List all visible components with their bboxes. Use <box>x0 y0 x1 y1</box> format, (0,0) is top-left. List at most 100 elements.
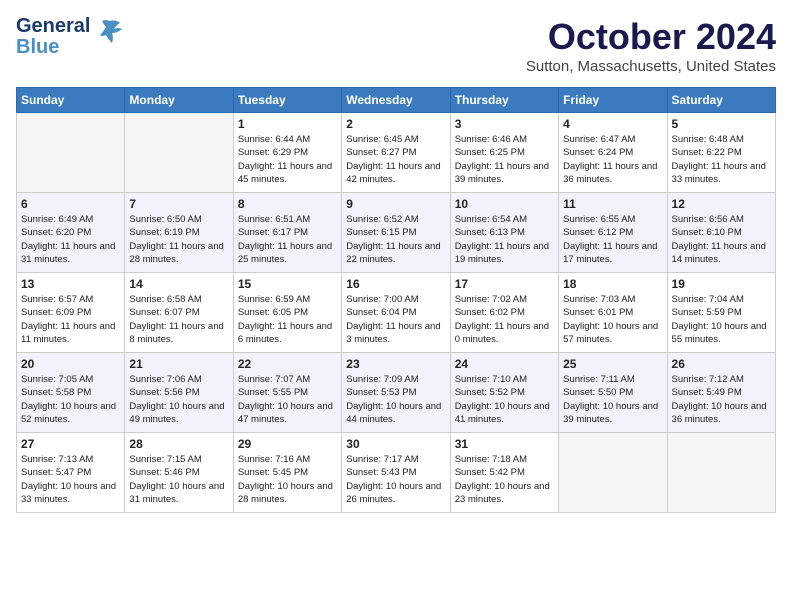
calendar-cell <box>125 113 233 193</box>
day-number: 19 <box>672 277 771 291</box>
day-number: 12 <box>672 197 771 211</box>
day-info: Sunrise: 6:50 AM Sunset: 6:19 PM Dayligh… <box>129 213 228 266</box>
calendar-cell: 14 Sunrise: 6:58 AM Sunset: 6:07 PM Dayli… <box>125 273 233 353</box>
day-number: 20 <box>21 357 120 371</box>
calendar-cell: 11 Sunrise: 6:55 AM Sunset: 6:12 PM Dayli… <box>559 193 667 273</box>
day-info: Sunrise: 7:06 AM Sunset: 5:56 PM Dayligh… <box>129 373 228 426</box>
header: General Blue October 2024 Sutton, Massac… <box>16 16 776 75</box>
day-info: Sunrise: 6:58 AM Sunset: 6:07 PM Dayligh… <box>129 293 228 346</box>
day-number: 11 <box>563 197 662 211</box>
calendar-cell: 27 Sunrise: 7:13 AM Sunset: 5:47 PM Dayli… <box>17 433 125 513</box>
day-number: 16 <box>346 277 445 291</box>
day-number: 5 <box>672 117 771 131</box>
calendar-cell: 4 Sunrise: 6:47 AM Sunset: 6:24 PM Daylig… <box>559 113 667 193</box>
day-info: Sunrise: 6:47 AM Sunset: 6:24 PM Dayligh… <box>563 133 662 186</box>
weekday-header-row: SundayMondayTuesdayWednesdayThursdayFrid… <box>17 88 776 113</box>
day-info: Sunrise: 7:17 AM Sunset: 5:43 PM Dayligh… <box>346 453 445 506</box>
calendar-cell: 12 Sunrise: 6:56 AM Sunset: 6:10 PM Dayli… <box>667 193 775 273</box>
day-number: 23 <box>346 357 445 371</box>
calendar-cell <box>559 433 667 513</box>
title-block: October 2024 Sutton, Massachusetts, Unit… <box>526 16 776 75</box>
calendar-cell: 10Sunrise: 6:54 AM Sunset: 6:13 PM Dayli… <box>450 193 558 273</box>
calendar-cell: 9 Sunrise: 6:52 AM Sunset: 6:15 PM Daylig… <box>342 193 450 273</box>
calendar-cell: 30 Sunrise: 7:17 AM Sunset: 5:43 PM Dayli… <box>342 433 450 513</box>
day-number: 17 <box>455 277 554 291</box>
calendar-cell: 2 Sunrise: 6:45 AM Sunset: 6:27 PM Daylig… <box>342 113 450 193</box>
calendar-cell: 28Sunrise: 7:15 AM Sunset: 5:46 PM Dayli… <box>125 433 233 513</box>
day-info: Sunrise: 7:15 AM Sunset: 5:46 PM Dayligh… <box>129 453 228 506</box>
weekday-header-tuesday: Tuesday <box>233 88 341 113</box>
day-info: Sunrise: 6:46 AM Sunset: 6:25 PM Dayligh… <box>455 133 554 186</box>
calendar-week-1: 6 Sunrise: 6:49 AM Sunset: 6:20 PM Daylig… <box>17 193 776 273</box>
calendar-cell <box>667 433 775 513</box>
weekday-header-saturday: Saturday <box>667 88 775 113</box>
day-number: 4 <box>563 117 662 131</box>
day-info: Sunrise: 6:49 AM Sunset: 6:20 PM Dayligh… <box>21 213 120 266</box>
day-info: Sunrise: 7:05 AM Sunset: 5:58 PM Dayligh… <box>21 373 120 426</box>
day-number: 24 <box>455 357 554 371</box>
day-info: Sunrise: 6:45 AM Sunset: 6:27 PM Dayligh… <box>346 133 445 186</box>
calendar-cell: 3Sunrise: 6:46 AM Sunset: 6:25 PM Daylig… <box>450 113 558 193</box>
location: Sutton, Massachusetts, United States <box>526 58 776 75</box>
calendar-cell: 18 Sunrise: 7:03 AM Sunset: 6:01 PM Dayli… <box>559 273 667 353</box>
calendar-cell: 13 Sunrise: 6:57 AM Sunset: 6:09 PM Dayli… <box>17 273 125 353</box>
calendar-week-2: 13 Sunrise: 6:57 AM Sunset: 6:09 PM Dayli… <box>17 273 776 353</box>
day-number: 6 <box>21 197 120 211</box>
day-info: Sunrise: 7:07 AM Sunset: 5:55 PM Dayligh… <box>238 373 337 426</box>
day-number: 18 <box>563 277 662 291</box>
calendar-cell: 24 Sunrise: 7:10 AM Sunset: 5:52 PM Dayli… <box>450 353 558 433</box>
day-info: Sunrise: 6:59 AM Sunset: 6:05 PM Dayligh… <box>238 293 337 346</box>
day-info: Sunrise: 7:00 AM Sunset: 6:04 PM Dayligh… <box>346 293 445 346</box>
logo-general: General <box>16 16 90 37</box>
weekday-header-friday: Friday <box>559 88 667 113</box>
calendar-cell: 20 Sunrise: 7:05 AM Sunset: 5:58 PM Dayli… <box>17 353 125 433</box>
day-info: Sunrise: 6:55 AM Sunset: 6:12 PM Dayligh… <box>563 213 662 266</box>
day-number: 30 <box>346 437 445 451</box>
day-info: Sunrise: 7:11 AM Sunset: 5:50 PM Dayligh… <box>563 373 662 426</box>
calendar-week-3: 20 Sunrise: 7:05 AM Sunset: 5:58 PM Dayli… <box>17 353 776 433</box>
calendar-cell: 23Sunrise: 7:09 AM Sunset: 5:53 PM Dayli… <box>342 353 450 433</box>
calendar-week-4: 27 Sunrise: 7:13 AM Sunset: 5:47 PM Dayli… <box>17 433 776 513</box>
day-number: 1 <box>238 117 337 131</box>
day-number: 10 <box>455 197 554 211</box>
calendar-cell: 17 Sunrise: 7:02 AM Sunset: 6:02 PM Dayli… <box>450 273 558 353</box>
day-info: Sunrise: 7:16 AM Sunset: 5:45 PM Dayligh… <box>238 453 337 506</box>
day-info: Sunrise: 7:03 AM Sunset: 6:01 PM Dayligh… <box>563 293 662 346</box>
day-info: Sunrise: 6:51 AM Sunset: 6:17 PM Dayligh… <box>238 213 337 266</box>
day-info: Sunrise: 7:18 AM Sunset: 5:42 PM Dayligh… <box>455 453 554 506</box>
day-info: Sunrise: 7:12 AM Sunset: 5:49 PM Dayligh… <box>672 373 771 426</box>
calendar-cell: 1 Sunrise: 6:44 AM Sunset: 6:29 PM Daylig… <box>233 113 341 193</box>
day-number: 8 <box>238 197 337 211</box>
calendar-cell: 21 Sunrise: 7:06 AM Sunset: 5:56 PM Dayli… <box>125 353 233 433</box>
day-number: 2 <box>346 117 445 131</box>
day-number: 27 <box>21 437 120 451</box>
day-number: 9 <box>346 197 445 211</box>
logo-blue: Blue <box>16 37 90 58</box>
calendar-cell: 16 Sunrise: 7:00 AM Sunset: 6:04 PM Dayli… <box>342 273 450 353</box>
weekday-header-wednesday: Wednesday <box>342 88 450 113</box>
day-number: 13 <box>21 277 120 291</box>
calendar-cell: 19Sunrise: 7:04 AM Sunset: 5:59 PM Dayli… <box>667 273 775 353</box>
day-number: 29 <box>238 437 337 451</box>
calendar-cell: 25Sunrise: 7:11 AM Sunset: 5:50 PM Dayli… <box>559 353 667 433</box>
day-number: 14 <box>129 277 228 291</box>
day-info: Sunrise: 7:13 AM Sunset: 5:47 PM Dayligh… <box>21 453 120 506</box>
day-number: 21 <box>129 357 228 371</box>
calendar-cell: 29 Sunrise: 7:16 AM Sunset: 5:45 PM Dayli… <box>233 433 341 513</box>
weekday-header-thursday: Thursday <box>450 88 558 113</box>
calendar-cell: 22Sunrise: 7:07 AM Sunset: 5:55 PM Dayli… <box>233 353 341 433</box>
day-info: Sunrise: 7:10 AM Sunset: 5:52 PM Dayligh… <box>455 373 554 426</box>
calendar-cell <box>17 113 125 193</box>
day-info: Sunrise: 6:44 AM Sunset: 6:29 PM Dayligh… <box>238 133 337 186</box>
day-info: Sunrise: 6:52 AM Sunset: 6:15 PM Dayligh… <box>346 213 445 266</box>
calendar-cell: 31Sunrise: 7:18 AM Sunset: 5:42 PM Dayli… <box>450 433 558 513</box>
calendar-cell: 15Sunrise: 6:59 AM Sunset: 6:05 PM Dayli… <box>233 273 341 353</box>
logo-bird-icon <box>96 17 124 54</box>
day-info: Sunrise: 6:57 AM Sunset: 6:09 PM Dayligh… <box>21 293 120 346</box>
month-title: October 2024 <box>526 16 776 58</box>
weekday-header-sunday: Sunday <box>17 88 125 113</box>
day-info: Sunrise: 7:02 AM Sunset: 6:02 PM Dayligh… <box>455 293 554 346</box>
day-info: Sunrise: 6:56 AM Sunset: 6:10 PM Dayligh… <box>672 213 771 266</box>
main-container: General Blue October 2024 Sutton, Massac… <box>0 0 792 521</box>
calendar-cell: 26Sunrise: 7:12 AM Sunset: 5:49 PM Dayli… <box>667 353 775 433</box>
